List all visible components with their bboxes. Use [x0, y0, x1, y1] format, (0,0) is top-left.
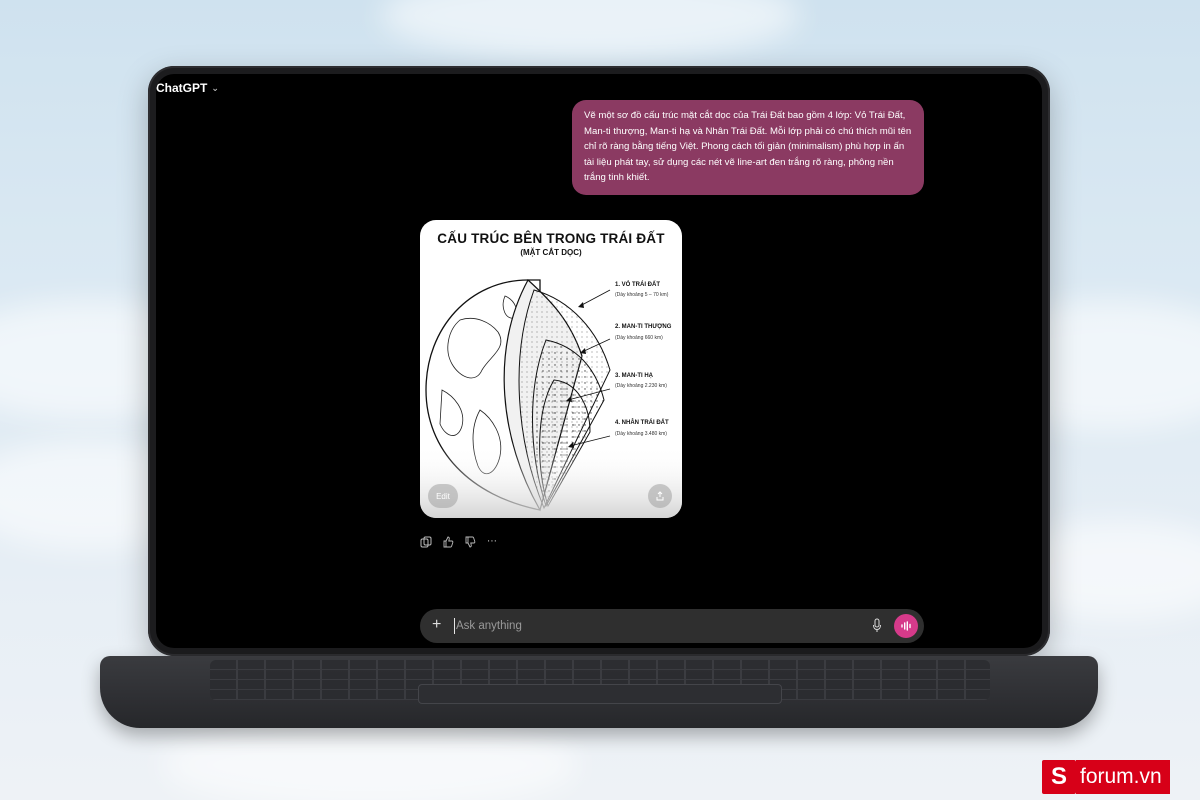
model-picker-label: ChatGPT — [156, 81, 208, 95]
background-cloud — [380, 0, 800, 60]
chevron-down-icon: ⌄ — [211, 82, 219, 93]
microphone-icon[interactable] — [872, 618, 882, 634]
model-picker[interactable]: ChatGPT ⌄ — [156, 80, 219, 96]
layer-note-core: (Dày khoảng 3.480 km) — [615, 431, 667, 437]
message-composer: + — [420, 609, 924, 643]
audio-waveform-icon — [901, 621, 911, 631]
thumbs-down-icon[interactable] — [464, 536, 476, 548]
brand-logo-letter: S — [1042, 760, 1076, 794]
generated-image-card[interactable]: CẤU TRÚC BÊN TRONG TRÁI ĐẤT (MẶT CẮT DỌC… — [420, 220, 682, 518]
layer-label-lower-mantle: 3. MAN-TI HẠ — [615, 373, 653, 379]
layer-note-crust: (Dày khoảng 5 – 70 km) — [615, 292, 669, 298]
image-title: CẤU TRÚC BÊN TRONG TRÁI ĐẤT — [437, 231, 665, 246]
message-actions: ⋯ — [420, 536, 498, 548]
copy-icon[interactable] — [420, 536, 432, 548]
user-message-text: Vẽ một sơ đồ cấu trúc mặt cắt dọc của Tr… — [584, 110, 912, 183]
chat-screen: ChatGPT ⌄ Vẽ một sơ đồ cấu trúc mặt cắt … — [156, 74, 1042, 648]
more-options-icon[interactable]: ⋯ — [486, 536, 498, 548]
laptop-trackpad — [418, 684, 782, 704]
prompt-input[interactable] — [454, 618, 834, 634]
user-message-bubble: Vẽ một sơ đồ cấu trúc mặt cắt dọc của Tr… — [572, 100, 924, 195]
earth-cross-section-diagram — [420, 260, 682, 518]
edit-image-button[interactable]: Edit — [428, 484, 458, 508]
brand-text: forum.vn — [1076, 760, 1170, 794]
layer-note-upper-mantle: (Dày khoảng 660 km) — [615, 335, 663, 341]
brand-watermark: S forum.vn — [1042, 760, 1170, 794]
share-image-button[interactable] — [648, 484, 672, 508]
layer-note-lower-mantle: (Dày khoảng 2.230 km) — [615, 383, 667, 389]
edit-image-label: Edit — [436, 491, 450, 501]
layer-label-core: 4. NHÂN TRÁI ĐẤT — [615, 420, 669, 426]
share-icon — [656, 491, 664, 501]
layer-label-upper-mantle: 2. MAN-TI THƯỢNG — [615, 324, 672, 330]
voice-mode-button[interactable] — [894, 614, 918, 638]
image-subtitle: (MẶT CẮT DỌC) — [520, 248, 582, 257]
thumbs-up-icon[interactable] — [442, 536, 454, 548]
background-cloud — [160, 720, 580, 800]
attach-plus-icon[interactable]: + — [432, 616, 441, 634]
layer-label-crust: 1. VỎ TRÁI ĐẤT — [615, 282, 661, 288]
